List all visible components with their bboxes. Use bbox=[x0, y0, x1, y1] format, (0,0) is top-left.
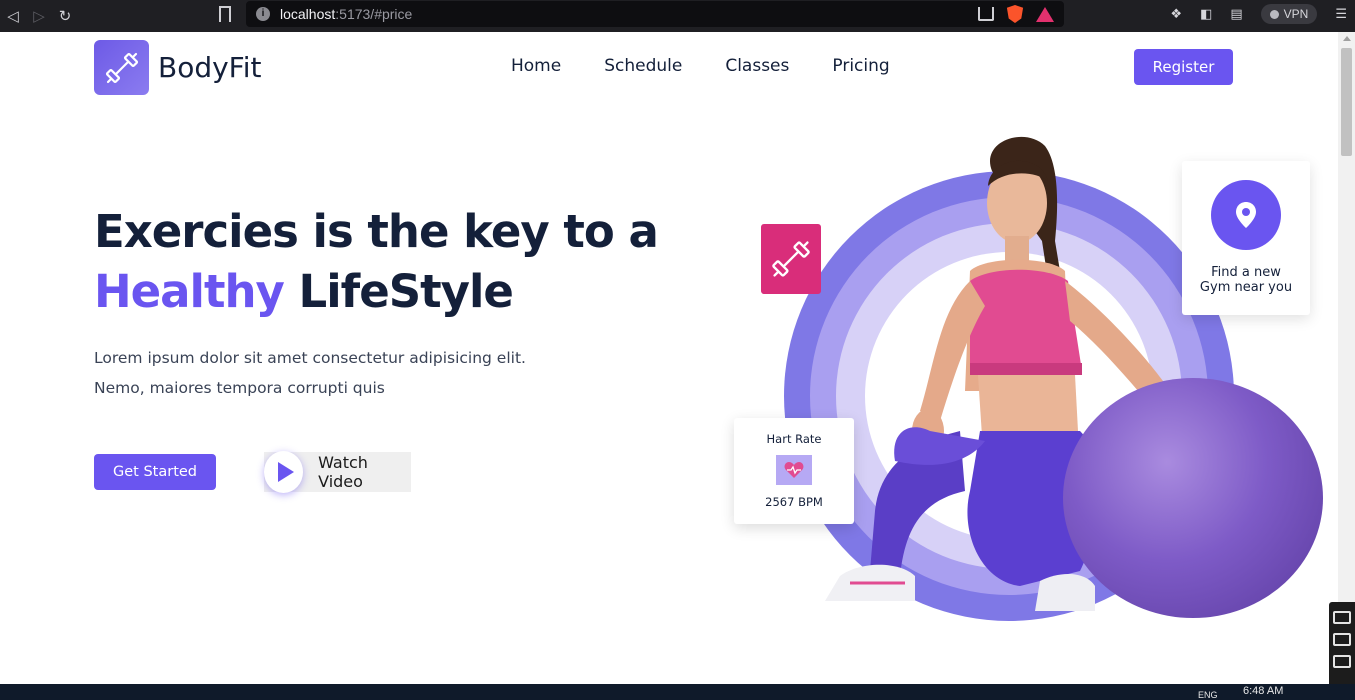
wallet-icon[interactable]: ▤ bbox=[1230, 6, 1242, 22]
nav-classes[interactable]: Classes bbox=[725, 56, 789, 76]
scrollbar-thumb[interactable] bbox=[1341, 48, 1352, 156]
nav-schedule[interactable]: Schedule bbox=[604, 56, 682, 76]
heart-rate-card: Hart Rate 2567 BPM bbox=[734, 418, 854, 524]
play-icon bbox=[264, 451, 304, 493]
dumbbell-badge bbox=[761, 224, 821, 294]
hero-desc-line1: Lorem ipsum dolor sit amet consectetur a… bbox=[94, 349, 526, 367]
back-icon[interactable]: ◁ bbox=[0, 3, 26, 29]
hero-desc-line2: Nemo, maiores tempora corrupti quis bbox=[94, 379, 385, 397]
hero-title-accent: Healthy bbox=[94, 265, 285, 318]
hero-title-line1: Exercies is the key to a bbox=[94, 205, 659, 258]
hero-description: Lorem ipsum dolor sit amet consectetur a… bbox=[94, 343, 564, 403]
menu-icon[interactable]: ☰ bbox=[1335, 6, 1347, 22]
bookmark-icon[interactable] bbox=[219, 6, 231, 22]
site-info-icon[interactable]: i bbox=[256, 7, 270, 21]
video-icon[interactable] bbox=[1333, 633, 1351, 646]
dumbbell-icon bbox=[772, 241, 810, 277]
window-icon[interactable] bbox=[1333, 655, 1351, 668]
sidebar-icon[interactable]: ◧ bbox=[1200, 6, 1212, 22]
vpn-status-icon bbox=[1269, 9, 1279, 19]
find-gym-card[interactable]: Find a new Gym near you bbox=[1182, 161, 1310, 315]
find-gym-line1: Find a new bbox=[1211, 265, 1281, 280]
url-path: :5173/#price bbox=[335, 6, 413, 22]
nav-home[interactable]: Home bbox=[511, 56, 561, 76]
dumbbell-icon bbox=[94, 40, 149, 95]
nav-pricing[interactable]: Pricing bbox=[832, 56, 889, 76]
main-nav: Home Schedule Classes Pricing bbox=[511, 56, 890, 76]
vpn-label: VPN bbox=[1283, 7, 1309, 21]
watch-video-button[interactable]: Watch Video bbox=[264, 451, 411, 493]
reload-icon[interactable]: ↻ bbox=[52, 3, 78, 29]
heartbeat-icon bbox=[776, 455, 812, 485]
browser-toolbar: ◁ ▷ ↻ i localhost:5173/#price ❖ ◧ ▤ VPN … bbox=[0, 0, 1355, 32]
share-icon[interactable] bbox=[978, 7, 994, 21]
extensions-icon[interactable]: ❖ bbox=[1170, 6, 1182, 22]
site-logo[interactable]: BodyFit bbox=[94, 40, 262, 95]
heart-rate-title: Hart Rate bbox=[766, 432, 822, 446]
location-pin-icon bbox=[1211, 180, 1281, 250]
scroll-up-icon[interactable] bbox=[1343, 36, 1351, 41]
logo-text: BodyFit bbox=[158, 51, 262, 84]
heart-rate-value: 2567 BPM bbox=[765, 495, 823, 509]
exercise-ball bbox=[1063, 378, 1323, 618]
page-scrollbar[interactable] bbox=[1338, 32, 1355, 684]
register-button[interactable]: Register bbox=[1134, 49, 1233, 85]
os-taskbar: ENG 6:48 AM bbox=[0, 684, 1355, 700]
url-host: localhost bbox=[280, 6, 336, 22]
hero-title-line2: LifeStyle bbox=[283, 265, 514, 318]
find-gym-text: Find a new Gym near you bbox=[1200, 265, 1292, 295]
find-gym-line2: Gym near you bbox=[1199, 280, 1293, 295]
address-bar[interactable]: i localhost:5173/#price bbox=[246, 1, 1064, 27]
vpn-button[interactable]: VPN bbox=[1260, 4, 1318, 24]
watch-video-label: Watch Video bbox=[318, 453, 368, 491]
clock[interactable]: 6:48 AM bbox=[1243, 685, 1283, 697]
language-indicator[interactable]: ENG bbox=[1198, 690, 1218, 700]
brave-rewards-icon[interactable] bbox=[1036, 6, 1054, 22]
hero-title: Exercies is the key to a Healthy LifeSty… bbox=[94, 202, 659, 322]
get-started-button[interactable]: Get Started bbox=[94, 454, 216, 490]
forward-icon[interactable]: ▷ bbox=[26, 3, 52, 29]
brave-shields-icon[interactable] bbox=[1006, 5, 1024, 23]
camera-icon[interactable] bbox=[1333, 611, 1351, 624]
